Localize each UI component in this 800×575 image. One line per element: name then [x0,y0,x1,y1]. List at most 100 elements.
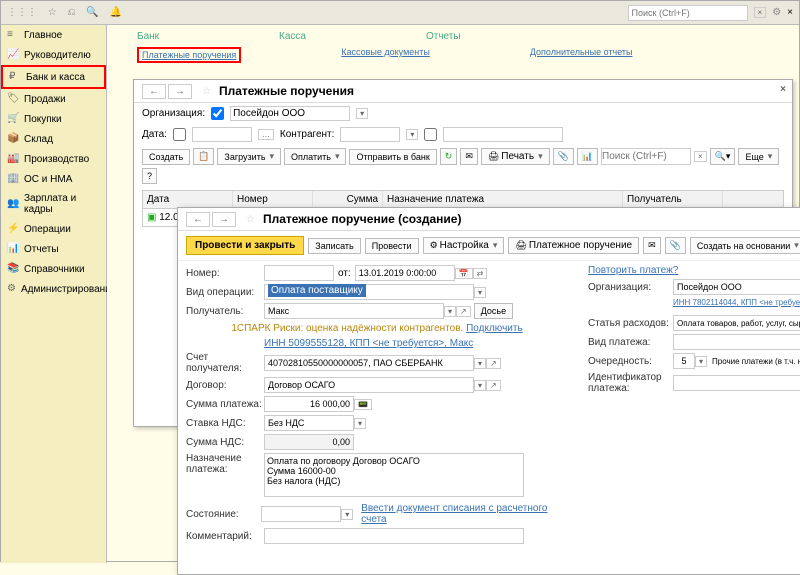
state-link[interactable]: Ввести документ списания с расчетного сч… [361,503,568,525]
acc-input[interactable] [264,355,474,371]
mail2-button[interactable]: ✉ [643,237,661,254]
type-input[interactable]: Оплата поставщику [264,284,474,300]
global-search[interactable] [628,5,748,21]
sidebar-item-purchase[interactable]: 🛒Покупки [1,109,106,129]
subtab-extrareports[interactable]: Дополнительные отчеты [530,47,633,63]
pri-input[interactable] [673,353,695,369]
ident-input[interactable] [673,375,800,391]
date-pick-icon[interactable]: … [258,129,274,140]
sidebar-item-manager[interactable]: 📈Руководителю [1,45,106,65]
doc-button[interactable]: 🖨 Платежное поручение [508,237,639,254]
clear-icon[interactable]: × [754,7,767,18]
print-button[interactable]: 🖨 Печать [481,148,550,165]
date-check[interactable] [173,128,186,141]
nav-back2[interactable]: ← [186,212,210,227]
nav-fwd2[interactable]: → [212,212,236,227]
comment-input[interactable] [264,528,524,544]
vat-dd[interactable]: ▾ [354,418,366,429]
search-icon[interactable]: 🔍 [86,7,98,18]
create-button[interactable]: Создать [142,149,190,165]
base-button[interactable]: Создать на основании [690,237,800,254]
connect-link[interactable]: Подключить [466,323,523,334]
fav-icon2[interactable]: ☆ [246,214,255,225]
sidebar-item-admin[interactable]: ⚙Администрирование [1,279,106,299]
exchange-icon[interactable]: ⇄ [473,268,488,279]
contr-dd[interactable]: ▾ [406,129,418,140]
org-input[interactable] [230,106,350,121]
close-icon[interactable]: × [780,84,786,95]
vat-input[interactable] [264,415,354,431]
run-button[interactable]: Провести [365,238,419,254]
date-input[interactable] [192,127,252,142]
sidebar-item-salary[interactable]: 👥Зарплата и кадры [1,189,106,219]
org-check[interactable] [211,107,224,120]
close-app-icon[interactable]: × [787,7,793,18]
refresh-button[interactable]: ↻ [440,148,458,165]
section-kassa[interactable]: Касса [279,31,306,42]
mail-button[interactable]: ✉ [460,148,478,165]
repeat-link[interactable]: Повторить платеж? [588,265,678,276]
rec-input[interactable] [264,303,444,319]
purpose-input[interactable]: Оплата по договору Договор ОСАГО Сумма 1… [264,453,524,497]
exp-input[interactable] [673,315,800,331]
send-button[interactable]: Отправить в банк [349,149,436,165]
post-close-button[interactable]: Провести и закрыть [186,236,304,255]
state-dd[interactable]: ▾ [341,509,353,520]
date-input2[interactable] [355,265,455,281]
num-input[interactable] [264,265,334,281]
more-button[interactable]: Еще [738,148,779,165]
contr-input[interactable] [340,127,400,142]
calendar-icon[interactable]: 📅 [455,268,473,279]
sidebar-item-stock[interactable]: 📦Склад [1,129,106,149]
sidebar-item-sales[interactable]: 🏷Продажи [1,89,106,109]
type-dd[interactable]: ▾ [474,287,486,298]
acc-open[interactable]: ↗ [486,358,501,369]
pay-button[interactable]: Оплатить [284,148,346,165]
extra-check[interactable] [424,128,437,141]
grid-icon[interactable]: ⋮⋮⋮ [7,7,37,18]
gear-icon[interactable]: ⚙ [772,7,781,18]
inn-org-link[interactable]: ИНН 7802114044, КПП <не требуется>, ООО … [673,298,800,307]
pri-dd[interactable]: ▾ [695,356,707,367]
contract-open[interactable]: ↗ [486,380,501,391]
save-button[interactable]: Записать [308,238,360,254]
section-reports[interactable]: Отчеты [426,31,461,42]
history-icon[interactable]: ⎌ [68,7,76,18]
rec-open[interactable]: ↗ [456,306,471,317]
sidebar-item-ops[interactable]: ⚡Операции [1,219,106,239]
star-icon[interactable]: ☆ [48,7,57,18]
extra-input[interactable] [443,127,563,142]
th-recipient[interactable]: Получатель [623,191,723,208]
nav-back[interactable]: ← [142,84,166,99]
th-sum[interactable]: Сумма [313,191,383,208]
sum-input[interactable] [264,396,354,412]
paytype-input[interactable] [673,334,800,350]
clip2-button[interactable]: 📎 [665,237,686,254]
acc-dd[interactable]: ▾ [474,358,486,369]
contract-input[interactable] [264,377,474,393]
clip-button[interactable]: 📎 [553,148,574,165]
fav-icon[interactable]: ☆ [202,86,211,97]
state-input[interactable] [261,506,341,522]
chart-button[interactable]: 📊 [577,148,598,165]
subtab-cashdocs[interactable]: Кассовые документы [341,47,430,63]
th-num[interactable]: Номер [233,191,313,208]
subtab-payments[interactable]: Платежные поручения [137,47,241,63]
rec-dd[interactable]: ▾ [444,306,456,317]
sidebar-item-prod[interactable]: 🏭Производство [1,149,106,169]
sidebar-item-main[interactable]: ≡Главное [1,25,106,45]
bell-icon[interactable]: 🔔 [110,7,122,18]
th-date[interactable]: Дата [143,191,233,208]
org2-input[interactable] [673,279,800,295]
contract-dd[interactable]: ▾ [474,380,486,391]
sidebar-item-refs[interactable]: 📚Справочники [1,259,106,279]
find-button[interactable]: 🔍▾ [710,148,736,165]
nav-fwd[interactable]: → [168,84,192,99]
inn-rec-link[interactable]: ИНН 5099555128, КПП <не требуется>, Макс [264,338,473,349]
settings-button[interactable]: ⚙ Настройка [423,237,505,254]
org-dd[interactable]: ▾ [356,108,368,119]
copy-button[interactable]: 📋 [193,148,214,165]
th-purpose[interactable]: Назначение платежа [383,191,623,208]
list-search-clear[interactable]: × [694,151,707,162]
list-search[interactable] [601,148,691,165]
